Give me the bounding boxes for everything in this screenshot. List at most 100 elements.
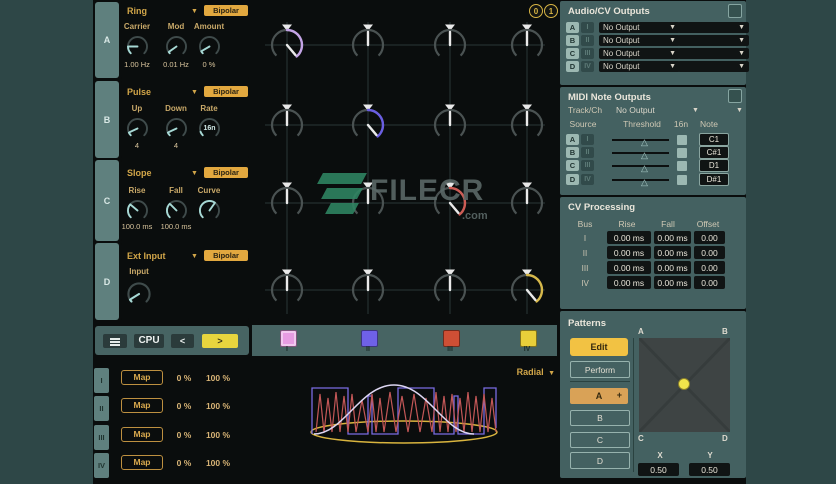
viz-mode-select[interactable]: Radial ▼ xyxy=(495,362,555,380)
midi-rate-checkbox-a[interactable] xyxy=(677,135,687,145)
audio-cv-source-c[interactable]: C xyxy=(566,48,579,59)
map-max-ii[interactable]: 100 % xyxy=(200,401,236,411)
patterns-edit-button[interactable]: Edit xyxy=(570,338,628,356)
midi-note-b[interactable]: C#1 xyxy=(699,146,729,159)
audio-cv-channel-select-b[interactable]: ▼ xyxy=(678,35,749,46)
threshold-handle-icon[interactable]: △ xyxy=(641,164,648,173)
osc-c-type-select[interactable]: Slope xyxy=(127,168,152,178)
output-count-badge-1[interactable]: 1 xyxy=(544,4,558,18)
audio-cv-enable-checkbox[interactable] xyxy=(728,4,742,18)
map-button-iv[interactable]: Map xyxy=(121,455,163,470)
audio-cv-source-d[interactable]: D xyxy=(566,61,579,72)
audio-cv-source-b[interactable]: B xyxy=(566,35,579,46)
cv-rise-ii[interactable]: 0.00 ms xyxy=(607,246,651,259)
matrix-knob-b4[interactable] xyxy=(505,103,549,147)
matrix-knob-b1[interactable] xyxy=(265,103,309,147)
map-bus-tab-ii[interactable]: II xyxy=(94,396,109,421)
map-min-iii[interactable]: 0 % xyxy=(170,430,198,440)
chevron-down-icon[interactable]: ▼ xyxy=(736,107,743,114)
pattern-slot-c-button[interactable]: C xyxy=(570,432,630,448)
matrix-knob-a3[interactable] xyxy=(428,23,472,67)
audio-cv-channel-select-a[interactable]: ▼ xyxy=(678,22,749,33)
midi-source-c[interactable]: C xyxy=(566,160,579,171)
cv-fall-iii[interactable]: 0.00 ms xyxy=(654,261,691,274)
input-knob[interactable] xyxy=(124,279,154,309)
pattern-slot-a-button[interactable]: A + xyxy=(570,388,628,404)
matrix-knob-b2[interactable] xyxy=(346,103,390,147)
chevron-down-icon[interactable]: ▼ xyxy=(191,170,198,177)
osc-d-bipolar-toggle[interactable]: Bipolar xyxy=(204,250,248,261)
matrix-knob-a1[interactable] xyxy=(265,23,309,67)
map-bus-tab-i[interactable]: I xyxy=(94,368,109,393)
bus-swatch-i[interactable] xyxy=(280,330,297,347)
midi-track-select[interactable]: No Output xyxy=(616,105,655,115)
tab-oscillator-d[interactable]: D xyxy=(95,243,119,320)
matrix-knob-d1[interactable] xyxy=(265,268,309,312)
map-min-ii[interactable]: 0 % xyxy=(170,401,198,411)
map-min-i[interactable]: 0 % xyxy=(170,373,198,383)
midi-note-d[interactable]: D#1 xyxy=(699,173,729,186)
patterns-perform-button[interactable]: Perform xyxy=(570,361,630,378)
matrix-knob-d3[interactable] xyxy=(428,268,472,312)
audio-cv-output-select-a[interactable]: No Output ▼ xyxy=(599,22,680,33)
midi-bus-iv[interactable]: IV xyxy=(581,174,594,185)
matrix-knob-c2[interactable] xyxy=(346,181,390,225)
map-button-i[interactable]: Map xyxy=(121,370,163,385)
xy-pad-handle[interactable] xyxy=(678,378,690,390)
cv-rise-i[interactable]: 0.00 ms xyxy=(607,231,651,244)
cpu-button[interactable]: CPU xyxy=(134,334,164,348)
audio-cv-bus-iv[interactable]: IV xyxy=(581,61,594,72)
map-bus-tab-iii[interactable]: III xyxy=(94,425,109,450)
audio-cv-output-select-b[interactable]: No Output ▼ xyxy=(599,35,680,46)
matrix-knob-c3[interactable] xyxy=(428,181,472,225)
audio-cv-bus-iii[interactable]: III xyxy=(581,48,594,59)
next-button[interactable]: > xyxy=(202,334,238,348)
midi-enable-checkbox[interactable] xyxy=(728,89,742,103)
knob-value[interactable]: 0 % xyxy=(181,60,237,69)
audio-cv-source-a[interactable]: A xyxy=(566,22,579,33)
cv-fall-iv[interactable]: 0.00 ms xyxy=(654,276,691,289)
knob-value[interactable]: 4 xyxy=(148,141,204,150)
midi-bus-iii[interactable]: III xyxy=(581,160,594,171)
xy-pad[interactable] xyxy=(637,336,732,434)
map-bus-tab-iv[interactable]: IV xyxy=(94,453,109,478)
osc-a-bipolar-toggle[interactable]: Bipolar xyxy=(204,5,248,16)
mod-knob[interactable] xyxy=(163,33,190,60)
cv-offset-iv[interactable]: 0.00 xyxy=(694,276,725,289)
osc-b-type-select[interactable]: Pulse xyxy=(127,87,151,97)
midi-source-d[interactable]: D xyxy=(566,174,579,185)
midi-bus-ii[interactable]: II xyxy=(581,147,594,158)
threshold-handle-icon[interactable]: △ xyxy=(641,151,648,160)
audio-cv-bus-ii[interactable]: II xyxy=(581,35,594,46)
osc-c-bipolar-toggle[interactable]: Bipolar xyxy=(204,167,248,178)
carrier-knob[interactable] xyxy=(124,33,151,60)
pattern-slot-d-button[interactable]: D xyxy=(570,452,630,469)
up-knob[interactable] xyxy=(124,115,151,142)
rise-knob[interactable] xyxy=(124,197,151,224)
osc-b-bipolar-toggle[interactable]: Bipolar xyxy=(204,86,248,97)
audio-cv-channel-select-d[interactable]: ▼ xyxy=(678,61,749,72)
cv-fall-i[interactable]: 0.00 ms xyxy=(654,231,691,244)
cv-offset-iii[interactable]: 0.00 xyxy=(694,261,725,274)
matrix-knob-c1[interactable] xyxy=(265,181,309,225)
midi-bus-i[interactable]: I xyxy=(581,134,594,145)
cv-fall-ii[interactable]: 0.00 ms xyxy=(654,246,691,259)
map-max-iv[interactable]: 100 % xyxy=(200,458,236,468)
fall-knob[interactable] xyxy=(163,197,190,224)
chevron-down-icon[interactable]: ▼ xyxy=(191,253,198,260)
knob-value[interactable]: 100.0 ms xyxy=(115,222,159,231)
matrix-knob-a2[interactable] xyxy=(346,23,390,67)
audio-cv-output-select-d[interactable]: No Output ▼ xyxy=(599,61,680,72)
menu-button[interactable] xyxy=(103,334,127,348)
cv-offset-i[interactable]: 0.00 xyxy=(694,231,725,244)
audio-cv-bus-i[interactable]: I xyxy=(581,22,594,33)
cv-rise-iv[interactable]: 0.00 ms xyxy=(607,276,651,289)
knob-value[interactable]: 100.0 ms xyxy=(154,222,198,231)
bus-swatch-iii[interactable] xyxy=(443,330,460,347)
cv-offset-ii[interactable]: 0.00 xyxy=(694,246,725,259)
threshold-handle-icon[interactable]: △ xyxy=(641,178,648,187)
midi-rate-checkbox-c[interactable] xyxy=(677,161,687,171)
midi-source-b[interactable]: B xyxy=(566,147,579,158)
pattern-slot-b-button[interactable]: B xyxy=(570,410,630,426)
cv-rise-iii[interactable]: 0.00 ms xyxy=(607,261,651,274)
